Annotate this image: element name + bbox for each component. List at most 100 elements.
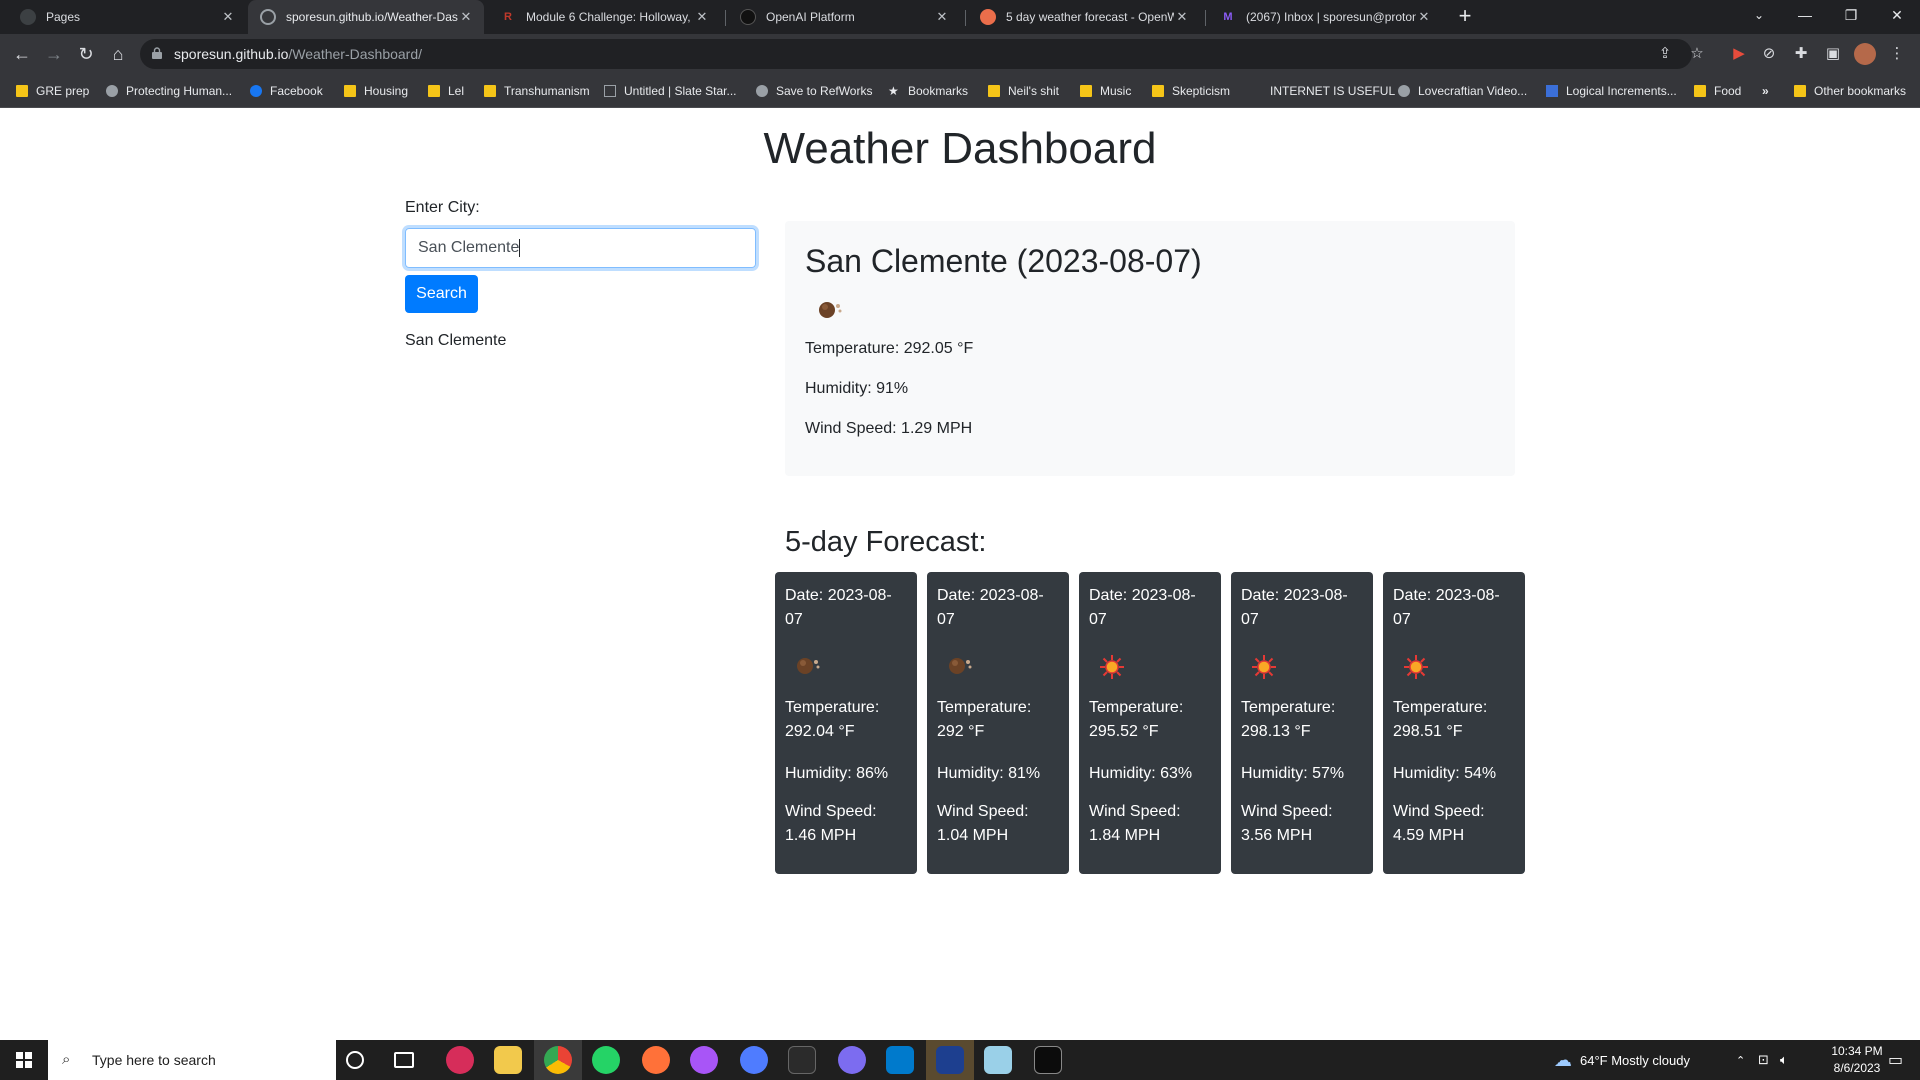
restore-icon[interactable]: ❐ <box>1828 0 1874 30</box>
bookmark-label: Protecting Human... <box>126 84 233 98</box>
side-panel-icon[interactable]: ▣ <box>1822 43 1844 65</box>
task-view-icon[interactable] <box>394 1052 414 1068</box>
url-domain: sporesun.github.io <box>174 46 289 62</box>
close-icon[interactable]: ✕ <box>694 9 710 25</box>
forecast-card: Date: 2023-08-07 Temperature: 292 °F Hum… <box>927 572 1069 874</box>
forecast-temperature: Temperature: 298.13 °F <box>1241 699 1336 740</box>
cortana-icon[interactable] <box>346 1051 364 1069</box>
page-title: Weather Dashboard <box>763 124 1157 173</box>
bookmark-slate-star[interactable]: Untitled | Slate Star... <box>604 82 737 100</box>
new-tab-button[interactable]: + <box>1452 4 1478 30</box>
weather-widget[interactable]: ☁ 64°F Mostly cloudy <box>1554 1040 1690 1080</box>
bookmark-music[interactable]: Music <box>1080 82 1131 100</box>
folder-icon <box>16 85 28 97</box>
brother-printer-icon[interactable] <box>936 1046 964 1074</box>
tab-label: Pages <box>46 10 81 24</box>
volume-icon[interactable]: 🔈︎ <box>1780 1040 1788 1080</box>
messenger-icon[interactable] <box>690 1046 718 1074</box>
profile-avatar[interactable] <box>1854 43 1876 65</box>
slack-icon[interactable] <box>788 1046 816 1074</box>
bookmark-logical-increments[interactable]: Logical Increments... <box>1546 82 1677 100</box>
window-close-icon[interactable]: ✕ <box>1874 0 1920 30</box>
file-explorer-icon[interactable] <box>494 1046 522 1074</box>
tab-proton-inbox[interactable]: M (2067) Inbox | sporesun@proton ✕ <box>1208 0 1442 34</box>
bookmark-neils[interactable]: Neil's shit <box>988 82 1059 100</box>
forecast-wind-speed: Wind Speed: 3.56 MPH <box>1241 803 1333 844</box>
bookmark-facebook[interactable]: Facebook <box>250 82 323 100</box>
tab-search-icon[interactable]: ⌄ <box>1736 0 1782 30</box>
menu-kebab-icon[interactable]: ⋮ <box>1886 43 1908 65</box>
tab-pages[interactable]: Pages ✕ <box>8 0 246 34</box>
app-icon-purple[interactable] <box>838 1046 866 1074</box>
bookmark-transhumanism[interactable]: Transhumanism <box>484 82 590 100</box>
bookmark-housing[interactable]: Housing <box>344 82 408 100</box>
cloudy-night-icon <box>949 658 972 674</box>
network-icon[interactable]: ⊡ <box>1758 1040 1769 1080</box>
windows-start-icon[interactable] <box>0 1040 48 1080</box>
tab-module-6[interactable]: R Module 6 Challenge: Holloway, N ✕ <box>488 0 720 34</box>
terminal-icon[interactable] <box>1034 1046 1062 1074</box>
bookmark-skepticism[interactable]: Skepticism <box>1152 82 1230 100</box>
tab-weather-dashboard[interactable]: sporesun.github.io/Weather-Das ✕ <box>248 0 484 34</box>
clock-date: 8/6/2023 <box>1833 1061 1881 1075</box>
folder-icon <box>988 85 1000 97</box>
site-icon <box>604 85 616 97</box>
close-icon[interactable]: ✕ <box>458 9 474 25</box>
vscode-icon[interactable] <box>886 1046 914 1074</box>
bookmark-refworks[interactable]: Save to RefWorks <box>756 82 872 100</box>
tab-label: OpenAI Platform <box>766 10 855 24</box>
close-icon[interactable]: ✕ <box>934 9 950 25</box>
bookmark-lel[interactable]: Lel <box>428 82 464 100</box>
lock-icon <box>152 47 162 59</box>
more-bookmarks-chevron-icon[interactable]: » <box>1762 82 1769 100</box>
tab-openai[interactable]: OpenAI Platform ✕ <box>728 0 960 34</box>
close-icon[interactable]: ✕ <box>220 9 236 25</box>
city-input[interactable]: San Clemente <box>405 228 756 268</box>
tray-chevron-icon[interactable]: ⌃ <box>1736 1040 1745 1080</box>
close-icon[interactable]: ✕ <box>1174 9 1190 25</box>
bookmark-star-icon[interactable]: ☆ <box>1686 43 1708 65</box>
extension-red-icon[interactable]: ▶ <box>1728 43 1750 65</box>
current-weather-title: San Clemente (2023-08-07) <box>805 243 1202 279</box>
forecast-wind-speed: Wind Speed: 1.84 MPH <box>1089 803 1181 844</box>
bookmark-other[interactable]: Other bookmarks <box>1794 82 1906 100</box>
minimize-icon[interactable]: — <box>1782 0 1828 30</box>
forward-arrow-icon[interactable]: → <box>42 42 66 66</box>
forecast-card: Date: 2023-08-07 Temperature: 295.52 °F … <box>1079 572 1221 874</box>
notification-center-icon[interactable]: ▭ <box>1888 1040 1903 1080</box>
reload-icon[interactable]: ↻ <box>74 42 98 66</box>
back-arrow-icon[interactable]: ← <box>10 42 34 66</box>
extension-compass-icon[interactable]: ⊘ <box>1758 43 1780 65</box>
search-button[interactable]: Search <box>405 275 478 313</box>
whatsapp-icon[interactable] <box>592 1046 620 1074</box>
forecast-temperature: Temperature: 292 °F <box>937 699 1032 740</box>
share-icon[interactable]: ⇪ <box>1654 43 1676 65</box>
chrome-icon[interactable] <box>544 1046 572 1074</box>
bookmark-internet-is-useful[interactable]: INTERNET IS USEFUL <box>1270 82 1395 100</box>
address-bar[interactable]: sporesun.github.io/Weather-Dashboard/ <box>140 39 1692 69</box>
openweather-favicon-icon <box>980 9 996 25</box>
taskbar-search-box[interactable]: ⌕ Type here to search <box>48 1040 336 1080</box>
forecast-wind-speed: Wind Speed: 4.59 MPH <box>1393 803 1485 844</box>
bookmark-label: Lovecraftian Video... <box>1418 84 1528 98</box>
home-icon[interactable]: ⌂ <box>106 42 130 66</box>
close-icon[interactable]: ✕ <box>1416 9 1432 25</box>
current-humidity: Humidity: 91% <box>805 380 909 397</box>
bookmark-bookmarks[interactable]: ★ Bookmarks <box>888 82 968 100</box>
tab-openweather[interactable]: 5 day weather forecast - OpenW ✕ <box>968 0 1200 34</box>
signal-icon[interactable] <box>740 1046 768 1074</box>
bookmark-protecting-human[interactable]: Protecting Human... <box>106 82 232 100</box>
bookmark-gre-prep[interactable]: GRE prep <box>16 82 89 100</box>
firefox-icon[interactable] <box>642 1046 670 1074</box>
taskbar-clock[interactable]: 10:34 PM 8/6/2023 <box>1826 1043 1888 1077</box>
folder-icon <box>484 85 496 97</box>
bookmark-lovecraftian[interactable]: Lovecraftian Video... <box>1398 82 1527 100</box>
forecast-date: Date: 2023-08-07 <box>1241 587 1348 628</box>
notepad-icon[interactable] <box>984 1046 1012 1074</box>
app-icon-pink[interactable] <box>446 1046 474 1074</box>
bookmark-label: Bookmarks <box>908 84 969 98</box>
search-history-item[interactable]: San Clemente <box>405 332 506 350</box>
forecast-card: Date: 2023-08-07 Temperature: 298.13 °F … <box>1231 572 1373 874</box>
bookmark-food[interactable]: Food <box>1694 82 1741 100</box>
extensions-puzzle-icon[interactable]: ✚ <box>1790 43 1812 65</box>
